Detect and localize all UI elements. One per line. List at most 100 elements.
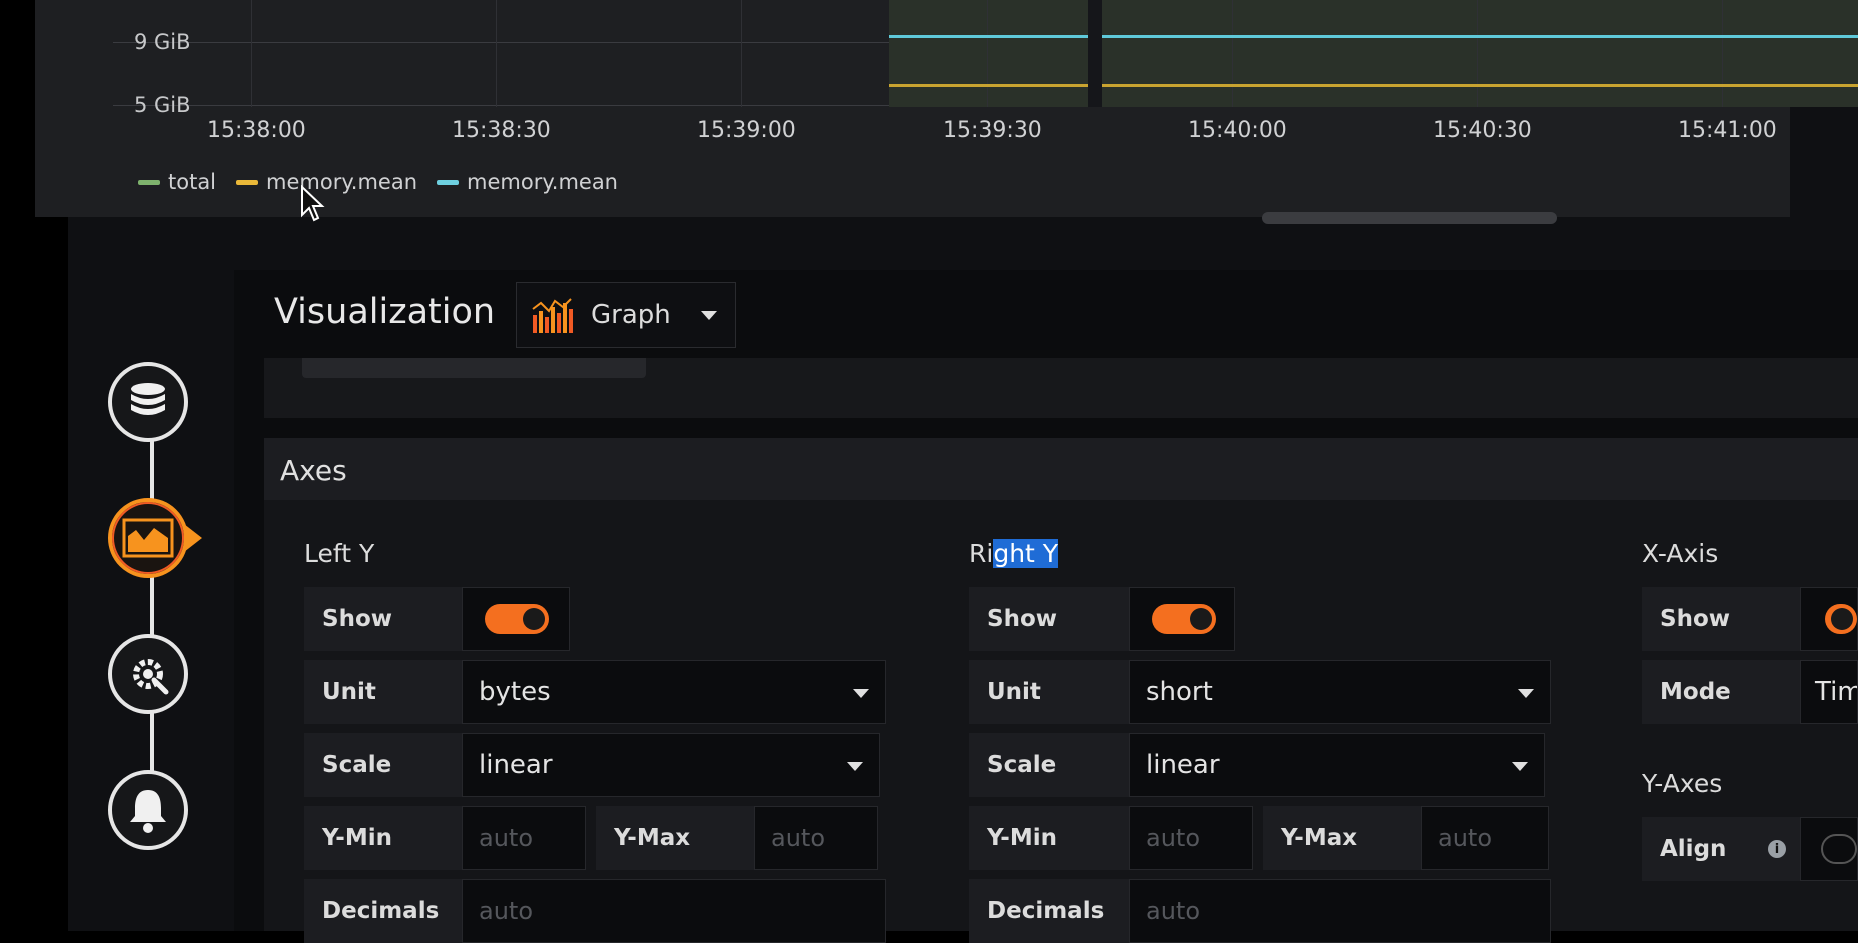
steps-rail (150, 420, 154, 800)
x-axis-mode-select[interactable]: Tim (1800, 660, 1858, 724)
visualization-type-label: Graph (591, 300, 671, 330)
y-axes-align-row: Align i (1642, 817, 1858, 881)
right-y-show-toggle-wrap (1129, 587, 1235, 651)
left-y-show-toggle-wrap (462, 587, 570, 651)
axes-section-header[interactable] (264, 438, 1858, 500)
plot-area (113, 0, 1858, 107)
horizontal-scrollbar[interactable] (1262, 212, 1557, 224)
right-y-max-input[interactable]: auto (1421, 806, 1549, 870)
left-y-min-input[interactable]: auto (462, 806, 586, 870)
legend-swatch (437, 179, 460, 185)
legend-swatch (138, 179, 160, 185)
legend-item-total[interactable]: total (138, 170, 216, 194)
gridline-x (1477, 0, 1478, 107)
align-label-text: Align (1660, 836, 1727, 862)
gridline-x (1722, 0, 1723, 107)
right-y-title-pre: Ri (969, 539, 994, 568)
left-y-decimals-input[interactable]: auto (462, 879, 886, 943)
y-axes-title: Y-Axes (1642, 769, 1723, 798)
chart-area-icon (122, 518, 174, 558)
right-y-unit-select[interactable]: short (1129, 660, 1551, 724)
left-y-show-toggle[interactable] (485, 604, 549, 634)
right-y-show-toggle[interactable] (1152, 604, 1216, 634)
legend-label: memory.mean (266, 170, 418, 194)
y-axes-align-toggle[interactable] (1821, 834, 1857, 864)
right-y-scale-select[interactable]: linear (1129, 733, 1545, 797)
left-y-unit-select[interactable]: bytes (462, 660, 886, 724)
gridline-x (251, 0, 252, 107)
visualization-type-picker[interactable]: Graph (516, 282, 736, 348)
left-y-title: Left Y (304, 539, 375, 568)
right-y-title: Right Y (969, 539, 1059, 568)
x-tick-label: 15:39:30 (943, 118, 1042, 143)
chevron-down-icon (1512, 762, 1528, 771)
legend-item-memory-mean[interactable]: memory.mean (236, 170, 417, 194)
ymin-label: Y-Min (304, 806, 462, 870)
highlight-region (889, 0, 1858, 107)
right-y-decimals-input[interactable]: auto (1129, 879, 1551, 943)
decimals-label: Decimals (304, 879, 462, 943)
chevron-down-icon (847, 762, 863, 771)
x-tick-label: 15:40:30 (1433, 118, 1532, 143)
x-tick-label: 15:38:00 (207, 118, 306, 143)
axes-section-title: Axes (280, 454, 347, 487)
ymin-label: Y-Min (969, 806, 1129, 870)
legend-swatch (236, 179, 259, 185)
series-line-memory-mean-blue (889, 35, 1858, 38)
series-line-memory-mean-yellow (889, 84, 1858, 87)
show-label: Show (304, 587, 462, 651)
mouse-pointer-icon (301, 185, 325, 222)
step-visualization[interactable] (108, 498, 202, 578)
graph-viz-icon (532, 298, 573, 333)
left-y-minmax-row: Y-Min auto Y-Max auto (304, 806, 878, 870)
step-general[interactable] (108, 634, 188, 714)
x-tick-label: 15:40:00 (1188, 118, 1287, 143)
mode-label: Mode (1642, 660, 1800, 724)
step-queries[interactable] (108, 362, 188, 442)
show-label: Show (969, 587, 1129, 651)
left-y-decimals-row: Decimals auto (304, 879, 886, 943)
right-y-title-selected: ght Y (993, 539, 1059, 568)
x-tick-label: 15:41:00 (1678, 118, 1777, 143)
gear-wrench-icon (133, 659, 169, 695)
legend: total memory.mean memory.mean (138, 170, 618, 194)
chevron-down-icon (700, 310, 717, 320)
left-y-scale-select[interactable]: linear (462, 733, 880, 797)
gridline-x (741, 0, 742, 107)
previous-section-input[interactable] (302, 358, 646, 378)
legend-item-memory-mean[interactable]: memory.mean (437, 170, 618, 194)
x-axis-show-row: Show (1642, 587, 1858, 651)
x-axis-mode-row: Mode Tim (1642, 660, 1858, 724)
bell-icon (130, 790, 166, 833)
visualization-title: Visualization (274, 292, 496, 332)
left-y-show-row: Show (304, 587, 570, 651)
unit-label: Unit (304, 660, 462, 724)
x-tick-label: 15:38:30 (452, 118, 551, 143)
legend-label: total (168, 170, 217, 194)
gridline-x (496, 0, 497, 107)
scale-label: Scale (969, 733, 1129, 797)
y-axes-align-toggle-wrap (1800, 817, 1858, 881)
show-label: Show (1642, 587, 1800, 651)
right-y-minmax-row: Y-Min auto Y-Max auto (969, 806, 1549, 870)
left-y-unit-value: bytes (479, 677, 551, 707)
info-icon[interactable]: i (1768, 840, 1786, 858)
x-axis-show-toggle-wrap (1800, 587, 1858, 651)
x-axis-show-toggle[interactable] (1825, 604, 1857, 634)
chevron-down-icon (853, 689, 869, 698)
unit-label: Unit (969, 660, 1129, 724)
right-y-scale-value: linear (1146, 750, 1220, 780)
step-alert[interactable] (108, 770, 188, 850)
align-label: Align i (1642, 817, 1800, 881)
left-y-max-input[interactable]: auto (754, 806, 878, 870)
right-y-unit-value: short (1146, 677, 1213, 707)
left-y-unit-row: Unit bytes (304, 660, 886, 724)
decimals-label: Decimals (969, 879, 1129, 943)
right-y-show-row: Show (969, 587, 1235, 651)
scale-label: Scale (304, 733, 462, 797)
x-axis-title: X-Axis (1642, 539, 1719, 568)
x-tick-label: 15:39:00 (697, 118, 796, 143)
y-tick-label: 9 GiB (134, 30, 191, 54)
right-y-min-input[interactable]: auto (1129, 806, 1253, 870)
gridline-x (1232, 0, 1233, 107)
